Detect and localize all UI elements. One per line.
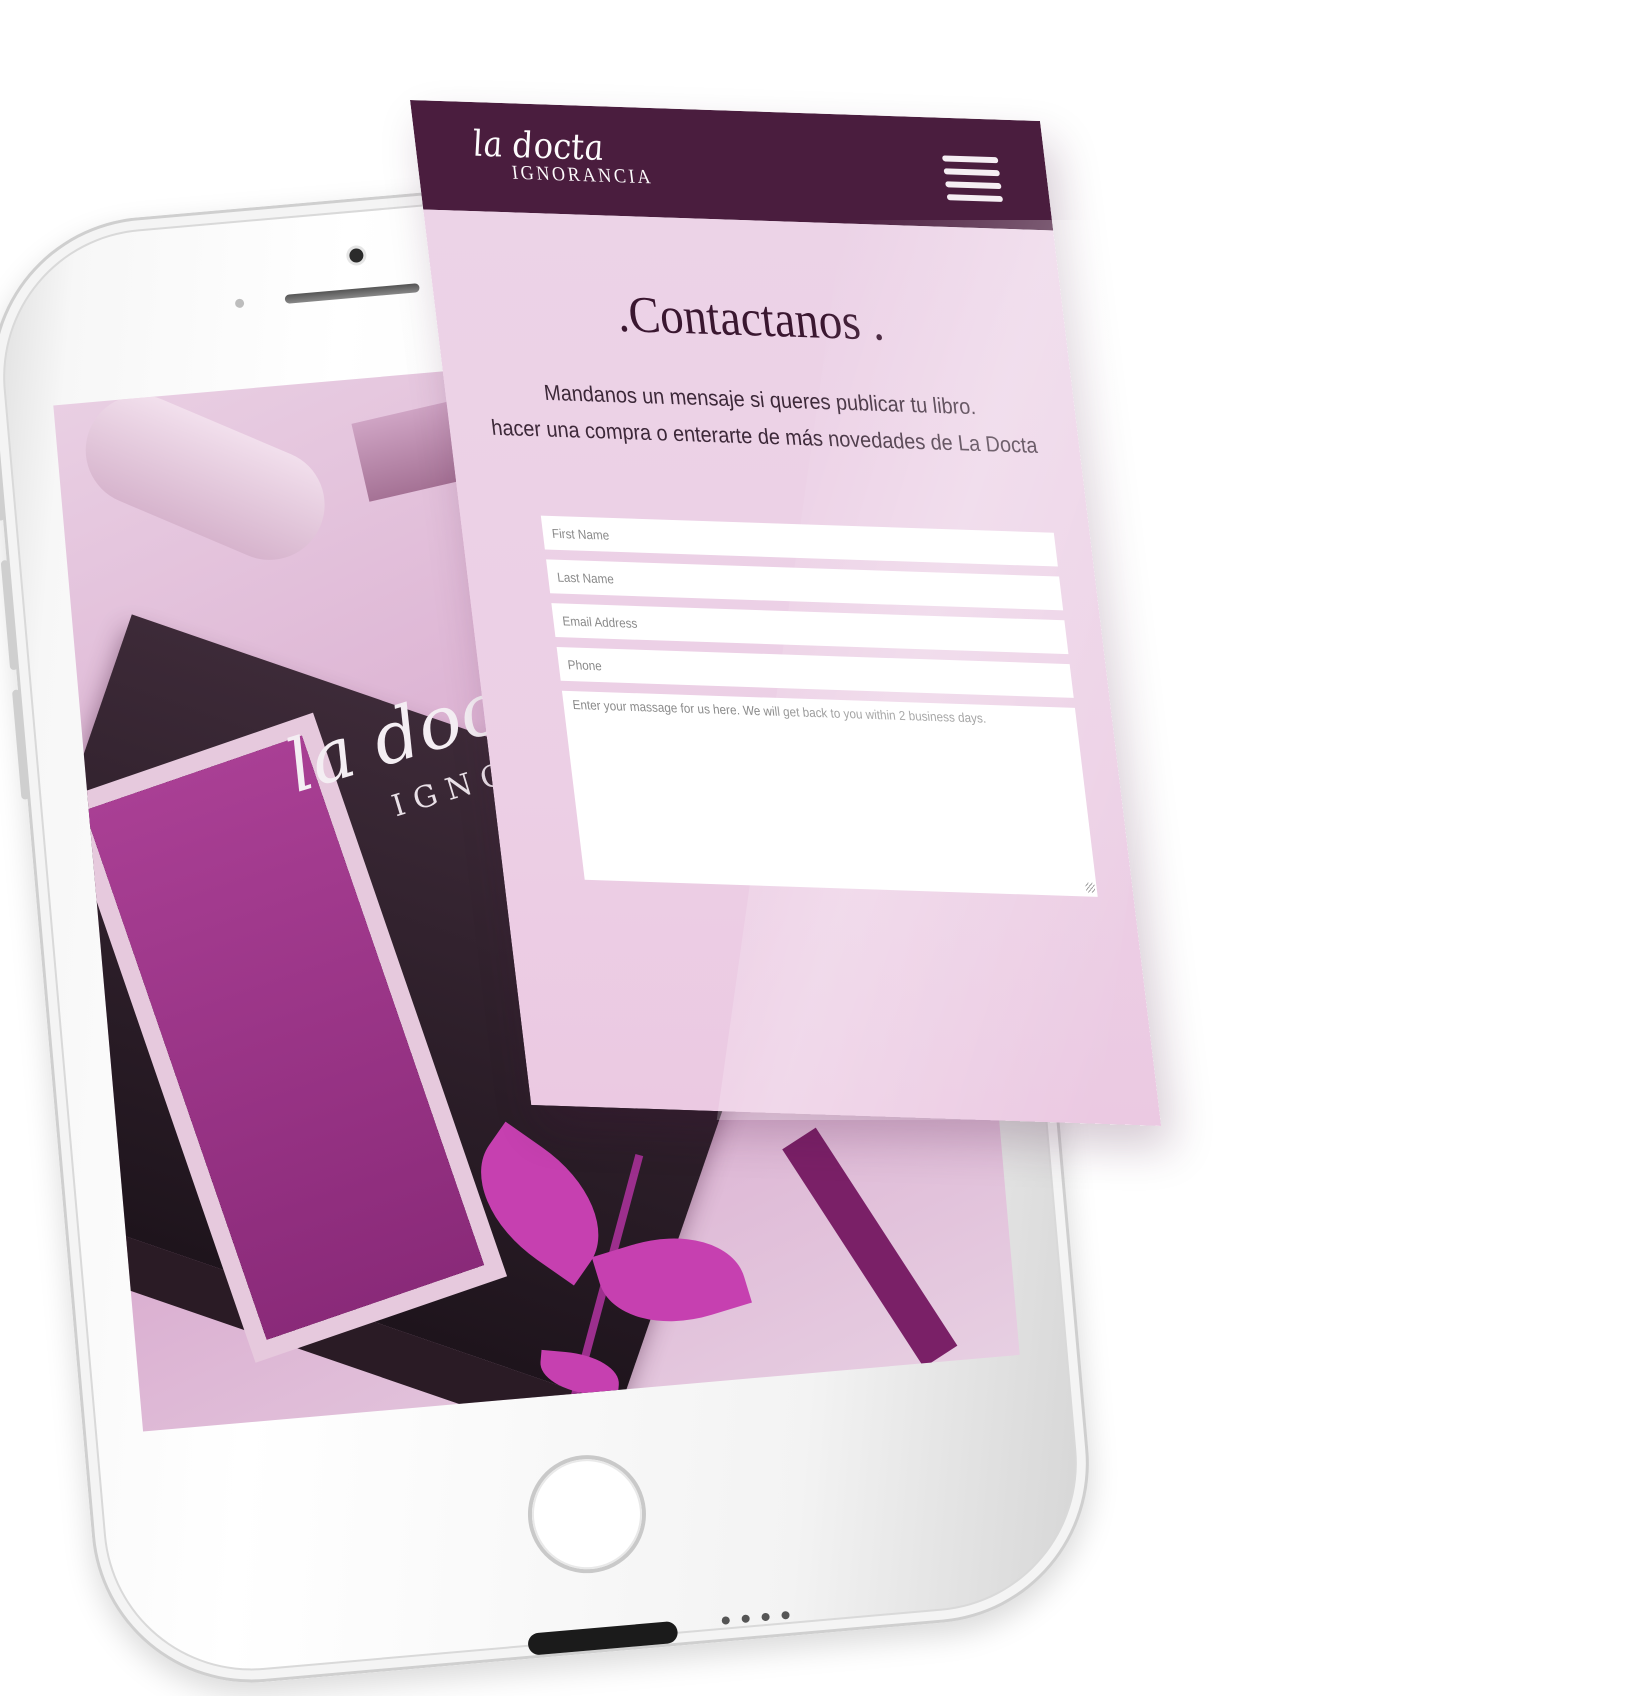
contact-page: la docta IGNORANCIA .Contactanos . Manda… [410,100,1162,1126]
textarea-resize-handle[interactable] [1085,882,1096,893]
brand-logo-script: la docta [470,123,606,169]
email-field[interactable] [551,603,1069,655]
brand-logo-caps: IGNORANCIA [510,161,655,189]
menu-bar [945,181,1002,190]
phone-field[interactable] [556,646,1074,698]
hamburger-menu-icon[interactable] [941,155,1004,203]
brand-logo[interactable]: la docta IGNORANCIA [470,123,655,190]
menu-bar [941,155,999,164]
first-name-field[interactable] [540,515,1058,567]
page-title: .Contactanos . [613,286,887,352]
screen-photo-bottle [68,378,342,577]
menu-bar [943,168,1001,177]
menu-bar [946,194,1004,203]
contact-section: .Contactanos . Mandanos un mensaje si qu… [423,209,1162,1126]
last-name-field[interactable] [546,559,1064,611]
site-header: la docta IGNORANCIA [410,100,1054,231]
screen-photo-ribbon [782,1127,958,1368]
contact-form [540,515,1099,907]
message-field[interactable] [561,690,1098,897]
mockup-stage: la docta IGNORANCIA la docta IGNORANCIA … [0,0,1635,1696]
